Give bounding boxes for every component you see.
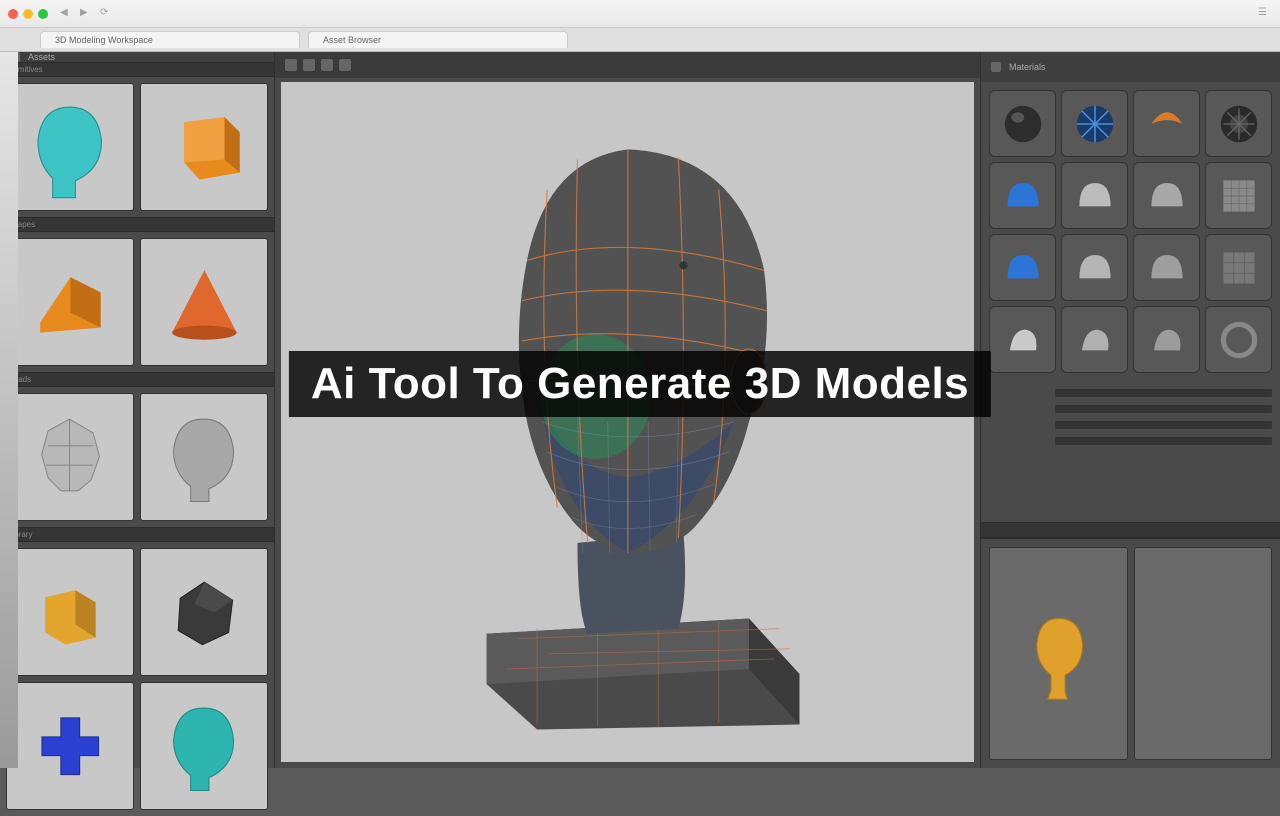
asset-head-cyan[interactable] [140,682,268,810]
right-panel-header: Materials [981,52,1280,82]
right-panel: Materials [980,52,1280,768]
lower-right-header [981,522,1280,538]
tool-rotate-icon[interactable] [321,59,333,71]
mat-cap-gray-1[interactable] [1061,162,1128,229]
asset-head-teal[interactable] [6,83,134,211]
asset-grid-3 [0,387,274,527]
left-edge-decor [0,52,18,768]
section-library[interactable]: Library [0,527,274,542]
left-panel-title: Assets [28,52,55,62]
lower-right-grid [981,538,1280,768]
asset-cube-orange[interactable] [140,83,268,211]
mat-mesh-gray[interactable] [1205,162,1272,229]
mat-cap-gray-3[interactable] [1061,234,1128,301]
window-chrome: ◀ ▶ ⟳ ☰ [0,0,1280,28]
mat-shell-3[interactable] [1133,306,1200,373]
mat-ring[interactable] [1205,306,1272,373]
tool-scale-icon[interactable] [339,59,351,71]
asset-lowpoly-head[interactable] [6,393,134,521]
prop-slider[interactable] [1055,437,1272,445]
mat-cap-gray-2[interactable] [1133,162,1200,229]
reload-icon[interactable]: ⟳ [100,7,114,21]
mat-cap-blue-1[interactable] [989,162,1056,229]
tab-1[interactable]: 3D Modeling Workspace [40,31,300,48]
close-dot[interactable] [8,9,18,19]
head-model [323,109,933,735]
mat-shell-1[interactable] [989,306,1056,373]
properties-area [981,381,1280,522]
traffic-lights [8,9,48,19]
asset-cone-orange[interactable] [140,238,268,366]
zoom-dot[interactable] [38,9,48,19]
mat-cap-gray-4[interactable] [1133,234,1200,301]
minimize-dot[interactable] [23,9,33,19]
preview-bust-orange[interactable] [989,547,1128,760]
mat-torus-orange[interactable] [1133,90,1200,157]
menu-icon[interactable]: ☰ [1258,7,1272,21]
mat-sphere-dark[interactable] [989,90,1056,157]
mat-mesh-gray-2[interactable] [1205,234,1272,301]
tab-strip: 3D Modeling Workspace Asset Browser [0,28,1280,52]
forward-icon[interactable]: ▶ [80,7,94,21]
tab-2[interactable]: Asset Browser [308,31,568,48]
tool-move-icon[interactable] [303,59,315,71]
title-overlay: Ai Tool To Generate 3D Models [289,351,991,417]
mat-fan-blue[interactable] [1061,90,1128,157]
panel-icon [991,62,1001,72]
materials-title: Materials [1009,62,1046,72]
asset-rock-dark[interactable] [140,548,268,676]
viewport-3d[interactable] [281,82,974,762]
prop-slider[interactable] [1055,405,1272,413]
section-shapes[interactable]: Shapes [0,217,274,232]
preview-empty[interactable] [1134,547,1273,760]
asset-grid-2 [0,232,274,372]
asset-cross-blue[interactable] [6,682,134,810]
back-icon[interactable]: ◀ [60,7,74,21]
material-grid [981,82,1280,381]
mat-shell-2[interactable] [1061,306,1128,373]
section-heads[interactable]: Heads [0,372,274,387]
asset-head-gray[interactable] [140,393,268,521]
asset-grid-4 [0,542,274,816]
asset-wedge-orange[interactable] [6,238,134,366]
prop-slider[interactable] [1055,389,1272,397]
tool-select-icon[interactable] [285,59,297,71]
left-asset-panel: Assets Primitives Shapes [0,52,275,768]
section-primitives[interactable]: Primitives [0,62,274,77]
left-panel-header: Assets [0,52,274,62]
mat-cap-blue-2[interactable] [989,234,1056,301]
viewport-toolbar [275,52,980,78]
asset-block-yellow[interactable] [6,548,134,676]
mat-wheel[interactable] [1205,90,1272,157]
asset-grid-1 [0,77,274,217]
prop-slider[interactable] [1055,421,1272,429]
